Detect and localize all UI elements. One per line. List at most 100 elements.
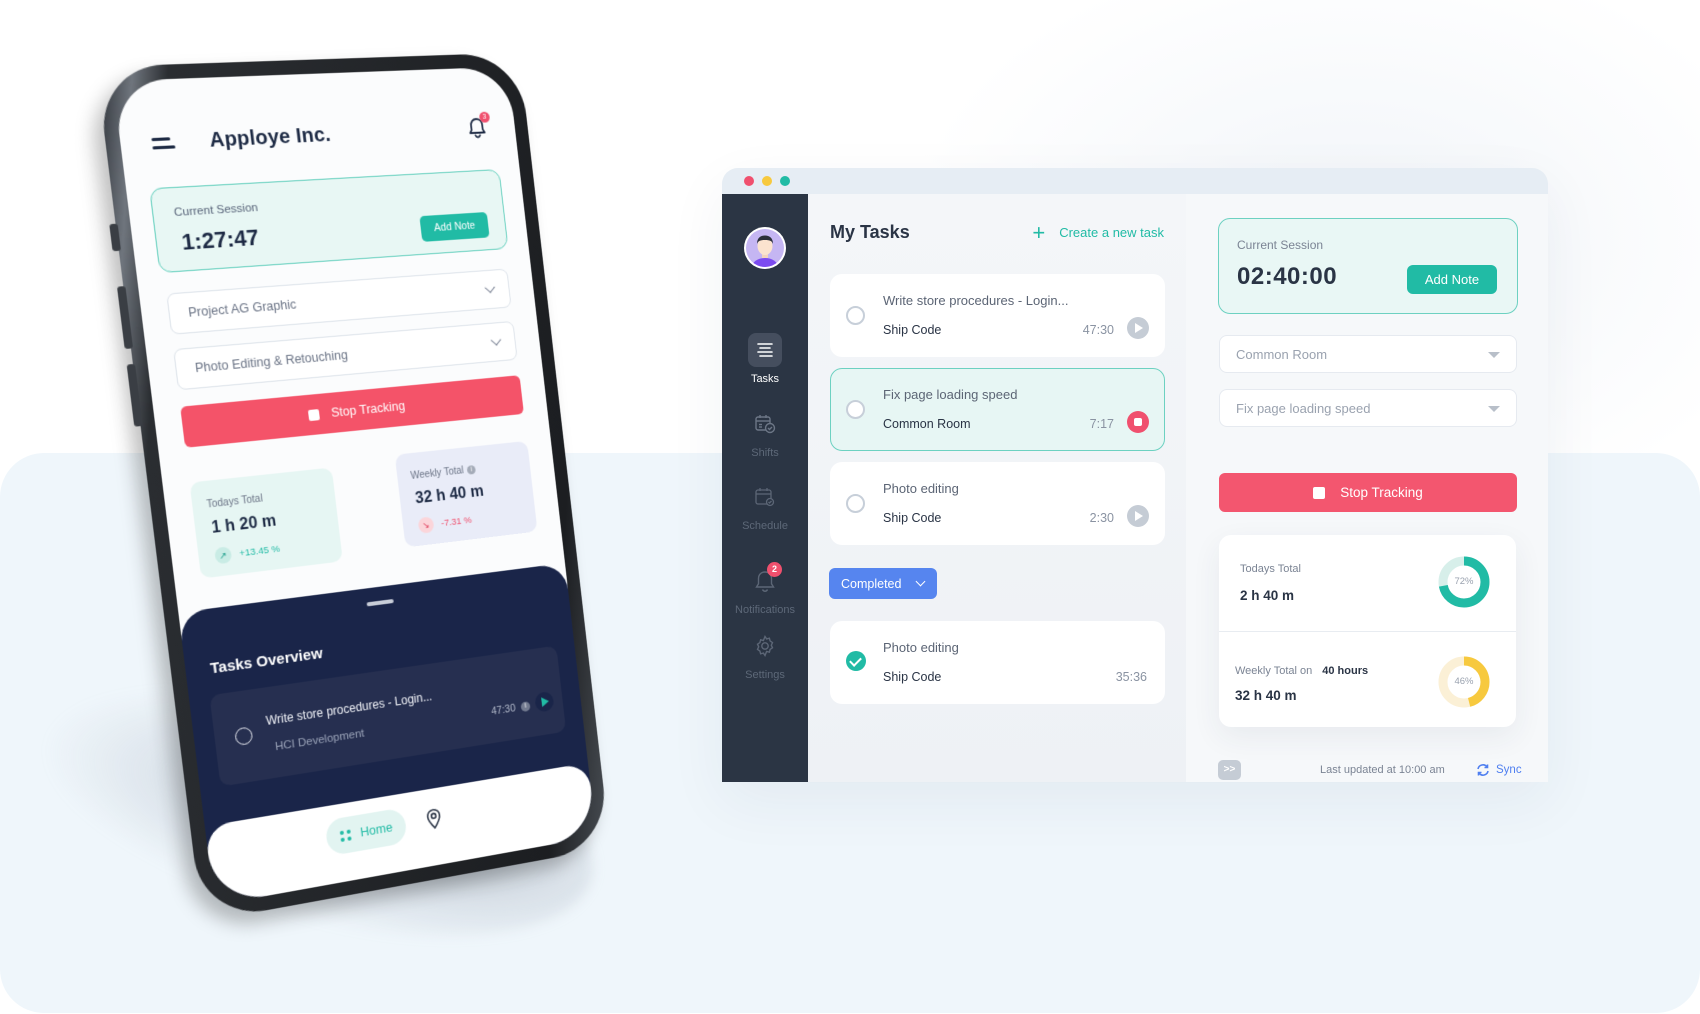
sync-button[interactable]: Sync [1476, 763, 1522, 777]
weekly-target: 40 hours [1322, 665, 1369, 677]
check-circle-icon[interactable] [846, 651, 866, 671]
sidebar-item-schedule[interactable]: Schedule [722, 480, 808, 532]
task-time: 2:30 [1089, 511, 1114, 525]
info-icon[interactable]: i [466, 465, 477, 475]
avatar-illustration [752, 235, 778, 267]
completed-toggle-button[interactable]: Completed [829, 568, 937, 599]
task-time: 35:36 [1115, 670, 1147, 684]
sidebar: Tasks Shifts Schedule 2 Notifications Se… [722, 194, 808, 782]
todays-total-value: 1 h 20 m [210, 512, 278, 537]
donut-percent-label: 46% [1454, 676, 1474, 687]
stats-card: Todays Total 2 h 40 m 72% Weekly Total o… [1219, 535, 1516, 727]
sheet-drag-handle[interactable] [366, 598, 394, 607]
task-card[interactable]: Write store procedures - Login... Ship C… [830, 274, 1165, 357]
sidebar-item-notifications[interactable]: 2 Notifications [722, 562, 808, 616]
weekly-progress-donut: 46% [1437, 655, 1491, 709]
task-select-value: Photo Editing & Retouching [194, 347, 349, 376]
sidebar-item-label: Schedule [742, 520, 788, 532]
grid-dots-icon [339, 828, 352, 842]
add-note-button[interactable]: Add Note [419, 211, 490, 242]
bell-icon: 2 [748, 562, 782, 598]
session-panel: Current Session 02:40:00 Add Note Common… [1186, 194, 1548, 782]
play-icon[interactable] [534, 690, 555, 713]
current-session-card: Current Session 02:40:00 Add Note [1218, 218, 1518, 314]
task-title: Photo editing [883, 640, 959, 655]
trend-up-icon: ↗ [214, 546, 233, 565]
tasks-column: My Tasks + Create a new task Write store… [808, 194, 1186, 782]
sidebar-item-tasks[interactable]: Tasks [722, 333, 808, 385]
caret-down-icon [1488, 406, 1500, 412]
weekly-total-card: Weekly Total i 32 h 40 m ↘ -7.31 % [394, 440, 538, 548]
todays-total-trend: ↗ +13.45 % [214, 540, 281, 565]
current-session-label: Current Session [173, 201, 259, 220]
completed-task-card[interactable]: Photo editing Ship Code 35:36 [830, 621, 1165, 704]
nav-home-tab[interactable]: Home [324, 807, 408, 857]
task-time: 7:17 [1089, 417, 1114, 431]
trend-down-icon: ↘ [417, 516, 435, 534]
todays-total-change: +13.45 % [238, 542, 281, 559]
sidebar-item-shifts[interactable]: Shifts [722, 407, 808, 459]
weekly-total-value: 32 h 40 m [414, 482, 485, 508]
create-task-button[interactable]: + Create a new task [1032, 221, 1164, 243]
stop-tracking-label: Stop Tracking [1340, 485, 1423, 500]
task-title: Write store procedures - Login... [265, 689, 433, 729]
add-note-button[interactable]: Add Note [1407, 265, 1497, 294]
window-minimize-button[interactable] [762, 176, 772, 186]
location-pin-icon[interactable] [425, 807, 443, 831]
task-title: Fix page loading speed [883, 387, 1018, 402]
todays-total-value: 2 h 40 m [1240, 588, 1295, 603]
completed-toggle-label: Completed [841, 576, 902, 591]
stop-tracking-button[interactable]: Stop Tracking [180, 375, 524, 448]
current-session-timer: 1:27:47 [180, 224, 261, 255]
donut-percent-label: 72% [1454, 576, 1474, 587]
expand-button[interactable]: >> [1218, 760, 1241, 780]
todays-total-label: Todays Total [206, 493, 264, 511]
project-select[interactable]: Common Room [1219, 335, 1517, 373]
play-icon[interactable] [1127, 317, 1149, 339]
task-select[interactable]: Fix page loading speed [1219, 389, 1517, 427]
notification-bell-icon[interactable]: 3 [465, 111, 491, 140]
window-maximize-button[interactable] [780, 176, 790, 186]
task-select-value: Fix page loading speed [1236, 401, 1371, 416]
chevron-down-icon [490, 334, 502, 346]
task-title: Photo editing [883, 481, 959, 496]
tasks-overview-title: Tasks Overview [209, 644, 324, 678]
info-icon[interactable]: i [520, 701, 531, 713]
user-avatar[interactable] [744, 227, 786, 269]
mobile-header: Apploye Inc. 3 [150, 111, 491, 159]
stats-divider [1219, 631, 1516, 632]
menu-icon[interactable] [151, 135, 176, 151]
page-title: My Tasks [830, 222, 910, 242]
project-select-value: Common Room [1236, 347, 1328, 362]
task-project: Ship Code [883, 670, 942, 684]
stop-tracking-label: Stop Tracking [330, 398, 406, 420]
sidebar-item-label: Notifications [735, 604, 795, 616]
stop-tracking-button[interactable]: Stop Tracking [1219, 473, 1517, 512]
weekly-total-label-wrap: Weekly Total i [410, 464, 477, 482]
stop-icon[interactable] [1127, 411, 1149, 433]
shifts-icon [748, 407, 782, 441]
task-project: Ship Code [883, 511, 942, 525]
task-complete-radio[interactable] [846, 400, 865, 419]
nav-home-label: Home [359, 820, 394, 840]
task-project: Common Room [883, 417, 971, 431]
weekly-total-label: Weekly Total [410, 465, 465, 482]
weekly-total-change: -7.31 % [440, 514, 473, 529]
task-project: Ship Code [883, 323, 942, 337]
todays-total-card: Todays Total 1 h 20 m ↗ +13.45 % [189, 467, 343, 579]
desktop-app-window: Tasks Shifts Schedule 2 Notifications Se… [722, 168, 1548, 782]
task-complete-radio[interactable] [846, 494, 865, 513]
task-card-active[interactable]: Fix page loading speed Common Room 7:17 [830, 368, 1165, 451]
todays-total-label: Todays Total [1240, 563, 1301, 575]
task-complete-radio[interactable] [846, 306, 865, 325]
tasks-icon [748, 333, 782, 367]
sidebar-item-settings[interactable]: Settings [722, 629, 808, 681]
notifications-badge: 2 [767, 562, 782, 577]
task-complete-radio[interactable] [234, 726, 254, 747]
current-session-timer: 02:40:00 [1237, 263, 1338, 290]
sidebar-item-label: Tasks [750, 373, 780, 385]
play-icon[interactable] [1127, 505, 1149, 527]
todays-progress-donut: 72% [1437, 555, 1491, 609]
window-close-button[interactable] [744, 176, 754, 186]
task-card[interactable]: Photo editing Ship Code 2:30 [830, 462, 1165, 545]
